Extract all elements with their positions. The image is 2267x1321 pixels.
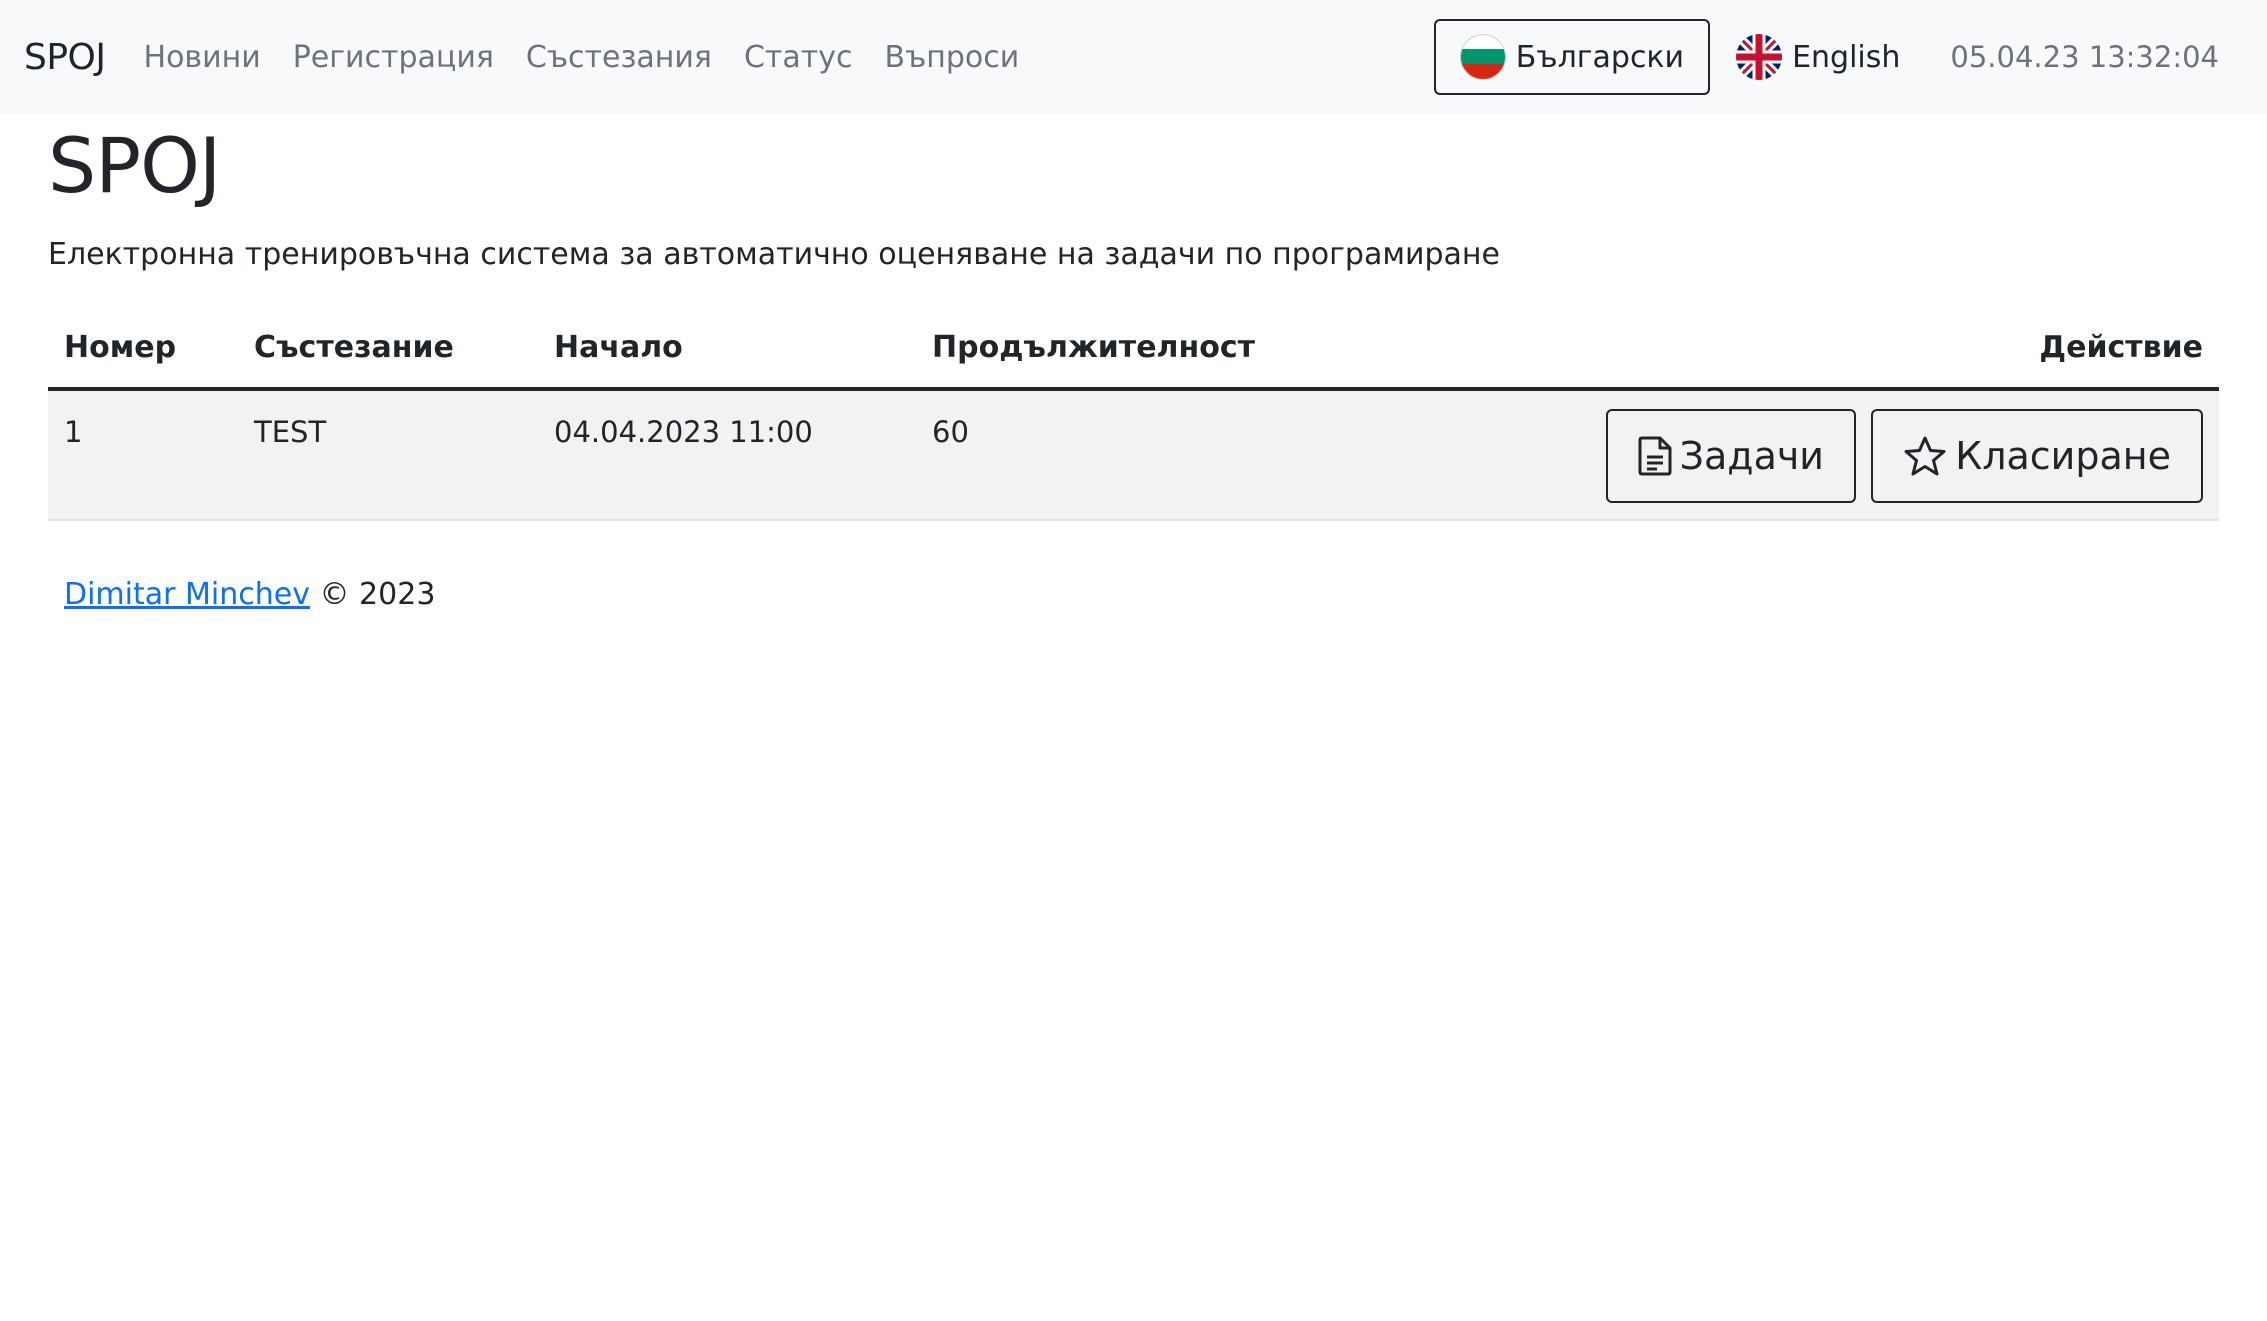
page-description: Електронна тренировъчна система за автом… [48,237,1500,272]
navbar: SPOJ Новини Регистрация Състезания Стату… [0,0,2267,114]
bulgaria-flag-icon [1459,34,1506,80]
language-bulgarian-label: Български [1515,39,1685,75]
nav-right: Български English 05.04.23 13:32:04 [1433,0,2219,114]
star-icon [1904,436,1946,476]
nav-link-news[interactable]: Новини [144,40,261,75]
cell-contest: TEST [254,415,327,449]
brand-logo[interactable]: SPOJ [24,37,106,78]
contests-table: Номер Състезание Начало Продължителност … [48,318,2219,521]
cell-start: 04.04.2023 11:00 [554,415,813,449]
language-bulgarian-button[interactable]: Български [1433,19,1711,95]
column-header-contest: Състезание [238,318,538,391]
nav-link-contests[interactable]: Състезания [526,40,712,75]
language-english-button[interactable]: English [1736,34,1900,80]
footer: Dimitar Minchev © 2023 [48,577,2219,612]
uk-flag-icon [1736,34,1783,80]
cell-duration: 60 [932,415,969,449]
file-text-icon [1638,436,1672,476]
main-content: SPOJ Електронна тренировъчна система за … [0,118,2267,612]
page-title: SPOJ [48,121,221,210]
column-header-number: Номер [48,318,238,391]
ranking-button[interactable]: Класиране [1871,409,2203,503]
nav-link-status[interactable]: Статус [744,40,853,75]
copyright-text: © 2023 [319,577,436,612]
language-english-label: English [1792,39,1901,75]
table-row: 1 TEST 04.04.2023 11:00 60 Задачи Класир… [48,389,2219,520]
cell-number: 1 [64,415,83,449]
tasks-button[interactable]: Задачи [1605,409,1856,503]
server-datetime: 05.04.23 13:32:04 [1950,40,2219,74]
cell-actions: Задачи Класиране [1383,389,2219,520]
nav-link-registration[interactable]: Регистрация [293,40,494,75]
tasks-button-label: Задачи [1679,434,1824,478]
column-header-duration: Продължителност [916,318,1384,391]
column-header-start: Начало [538,318,916,391]
table-header-row: Номер Състезание Начало Продължителност … [48,318,2219,391]
column-header-action: Действие [1383,318,2219,391]
nav-link-questions[interactable]: Въпроси [885,40,1020,75]
nav-links: Новини Регистрация Състезания Статус Въп… [128,40,1036,75]
author-link[interactable]: Dimitar Minchev [64,577,310,612]
ranking-button-label: Класиране [1955,434,2171,478]
